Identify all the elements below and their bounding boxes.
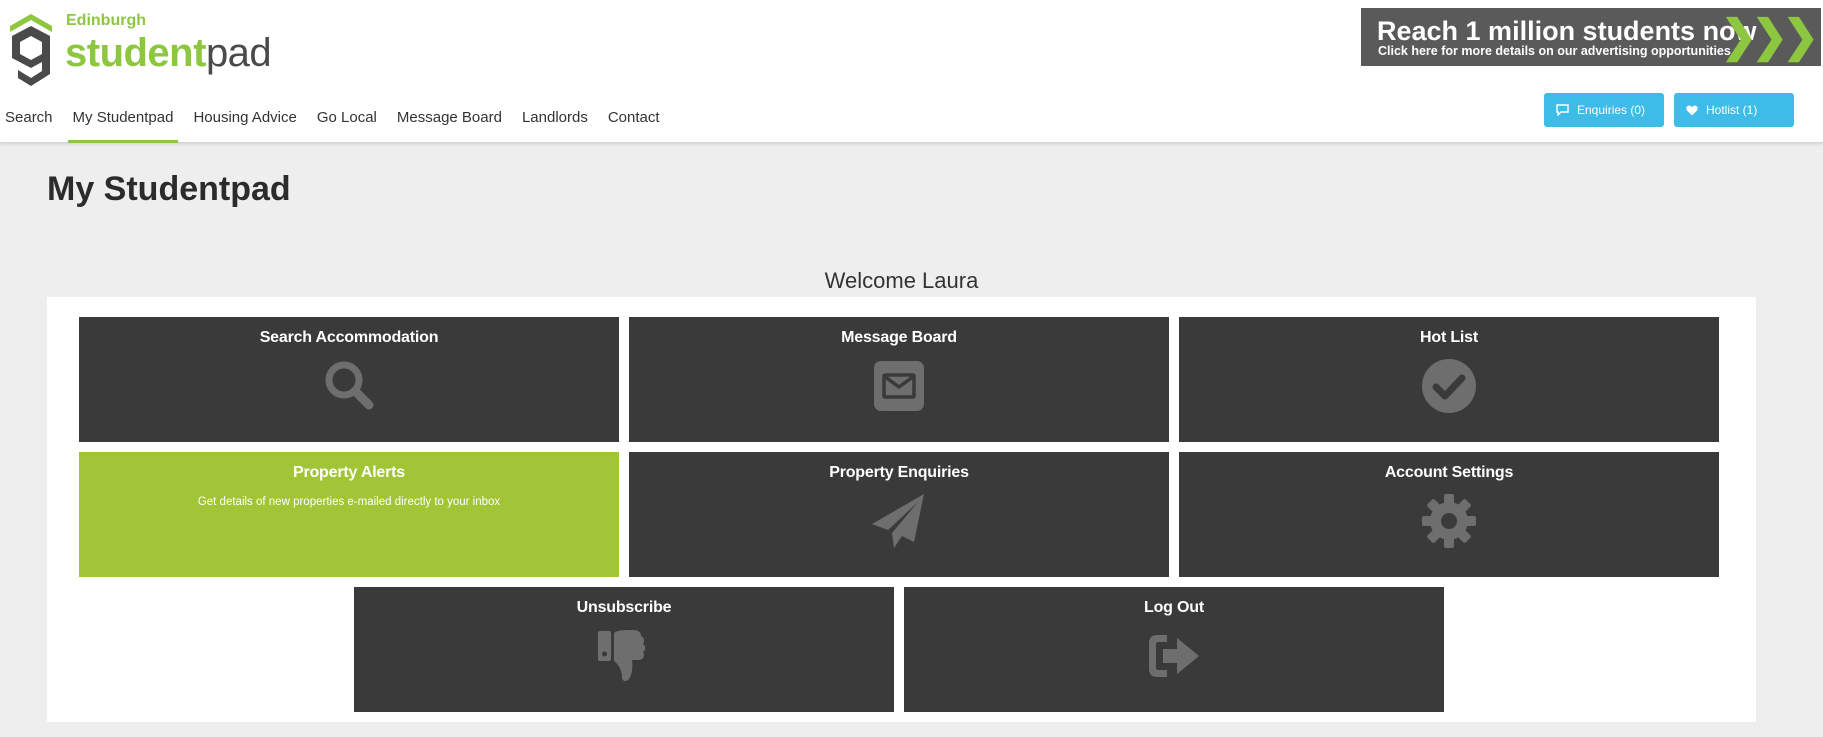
site-header: Edinburgh studentpad Reach 1 million stu… xyxy=(0,0,1823,143)
thumbs-down-icon xyxy=(598,630,646,682)
nav-landlords[interactable]: Landlords xyxy=(522,106,588,143)
tile-hot-list[interactable]: Hot List xyxy=(1179,317,1719,442)
ad-headline: Reach 1 million students now xyxy=(1377,16,1757,46)
hotlist-button[interactable]: Hotlist (1) xyxy=(1674,93,1794,127)
gear-icon xyxy=(1422,494,1476,548)
tile-title: Property Enquiries xyxy=(829,464,969,481)
tile-title: Property Alerts xyxy=(292,464,405,481)
tile-title: Message Board xyxy=(841,329,957,346)
nav-housing-advice[interactable]: Housing Advice xyxy=(193,106,296,143)
tile-property-enquiries[interactable]: Property Enquiries xyxy=(629,452,1169,577)
tile-account-settings[interactable]: Account Settings xyxy=(1179,452,1719,577)
search-icon xyxy=(325,361,374,410)
nav-my-studentpad[interactable]: My Studentpad xyxy=(67,106,179,143)
enquiries-label: Enquiries (0) xyxy=(1577,103,1646,117)
nav-contact[interactable]: Contact xyxy=(608,106,660,143)
tile-title: Account Settings xyxy=(1384,464,1514,481)
studentpad-logo[interactable]: Edinburgh studentpad xyxy=(8,10,272,90)
paper-plane-icon xyxy=(872,494,924,548)
chevrons-right-icon: ❯❯❯ xyxy=(1720,12,1819,61)
sign-out-icon xyxy=(1149,635,1199,677)
advertising-banner[interactable]: Reach 1 million students now Click here … xyxy=(1361,8,1821,66)
envelope-icon xyxy=(874,361,924,411)
dashboard-panel: Search Accommodation Message Board Hot L… xyxy=(47,297,1756,722)
tile-log-out[interactable]: Log Out xyxy=(904,587,1444,712)
check-circle-icon xyxy=(1422,359,1476,413)
comment-icon xyxy=(1556,104,1569,116)
hotlist-label: Hotlist (1) xyxy=(1706,103,1758,117)
tile-title: Unsubscribe xyxy=(576,599,672,616)
nav-message-board[interactable]: Message Board xyxy=(397,106,502,143)
nav-go-local[interactable]: Go Local xyxy=(317,106,377,143)
studentpad-logo-icon xyxy=(10,14,52,86)
tile-unsubscribe[interactable]: Unsubscribe xyxy=(354,587,894,712)
tile-property-alerts[interactable]: Property Alerts Get details of new prope… xyxy=(79,452,619,577)
nav-search[interactable]: Search xyxy=(5,106,53,143)
tile-title: Log Out xyxy=(1144,599,1204,616)
page-title: My Studentpad xyxy=(47,170,291,208)
ad-subline: Click here for more details on our adver… xyxy=(1378,44,1731,58)
tile-search-accommodation[interactable]: Search Accommodation xyxy=(79,317,619,442)
welcome-message: Welcome Laura xyxy=(824,268,979,293)
tile-message-board[interactable]: Message Board xyxy=(629,317,1169,442)
heart-icon xyxy=(1686,105,1698,115)
tile-title: Search Accommodation xyxy=(259,329,439,346)
logo-brand: studentpad xyxy=(65,31,272,75)
enquiries-button[interactable]: Enquiries (0) xyxy=(1544,93,1664,127)
tile-description: Get details of new properties e-mailed d… xyxy=(197,496,501,508)
main-nav: Search My Studentpad Housing Advice Go L… xyxy=(0,106,675,143)
tile-title: Hot List xyxy=(1420,329,1478,346)
